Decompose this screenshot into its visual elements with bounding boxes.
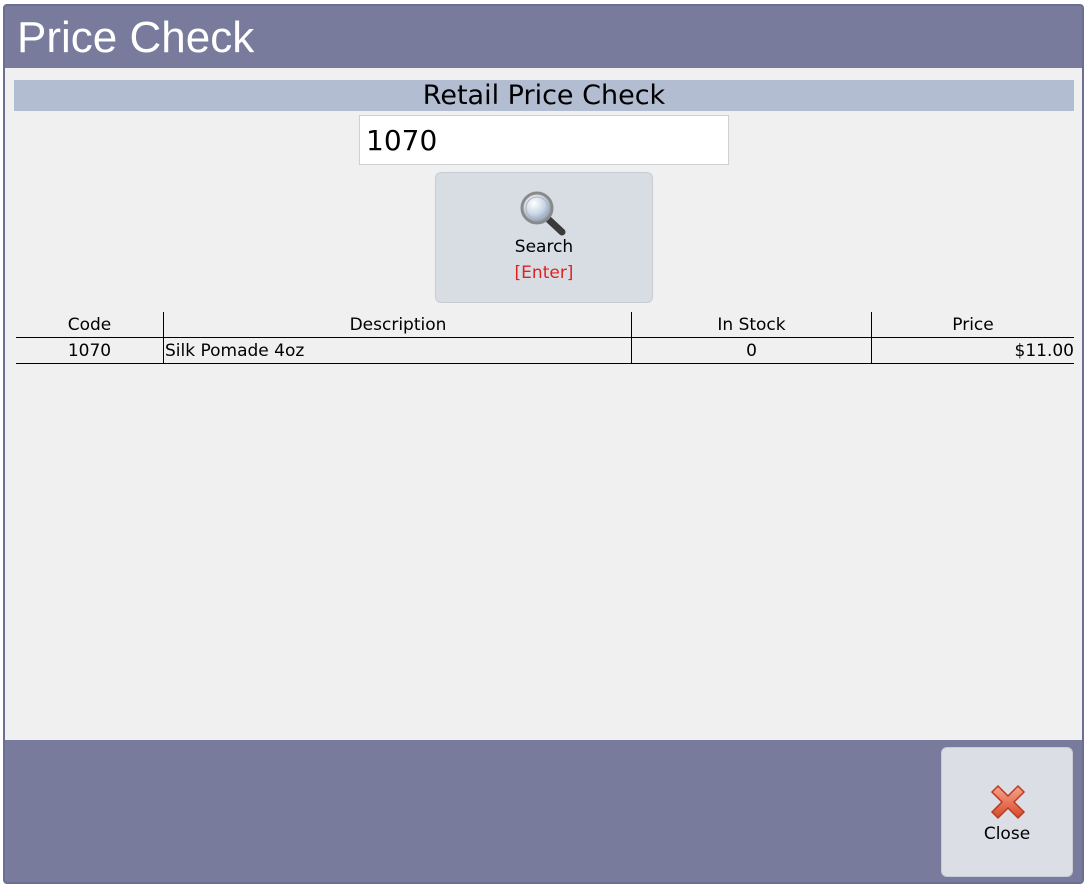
price-check-dialog: Price Check Retail Price Check Search [E… xyxy=(3,4,1084,884)
section-header: Retail Price Check xyxy=(14,80,1074,111)
table-header-row: Code Description In Stock Price xyxy=(16,312,1074,338)
cell-price: $11.00 xyxy=(871,338,1074,363)
code-search-input[interactable] xyxy=(359,115,729,165)
results-table: Code Description In Stock Price 1070 Sil… xyxy=(16,312,1074,364)
column-header-code[interactable]: Code xyxy=(16,312,163,337)
column-header-description[interactable]: Description xyxy=(163,312,631,337)
search-button[interactable]: Search [Enter] xyxy=(435,172,653,303)
search-shortcut-hint: [Enter] xyxy=(514,263,574,283)
close-button[interactable]: Close xyxy=(941,747,1073,877)
column-header-in-stock[interactable]: In Stock xyxy=(631,312,871,337)
cell-in-stock: 0 xyxy=(631,338,871,363)
magnifier-icon xyxy=(520,191,566,236)
close-x-icon xyxy=(990,784,1026,820)
column-header-price[interactable]: Price xyxy=(871,312,1074,337)
title-bar: Price Check xyxy=(5,6,1082,68)
cell-description: Silk Pomade 4oz xyxy=(163,338,631,363)
close-button-label: Close xyxy=(983,824,1031,844)
search-button-label: Search xyxy=(514,237,574,257)
table-row[interactable]: 1070 Silk Pomade 4oz 0 $11.00 xyxy=(16,338,1074,364)
window-title: Price Check xyxy=(17,13,255,62)
cell-code: 1070 xyxy=(67,341,112,361)
content-area: Retail Price Check Search [Enter] xyxy=(5,68,1082,740)
